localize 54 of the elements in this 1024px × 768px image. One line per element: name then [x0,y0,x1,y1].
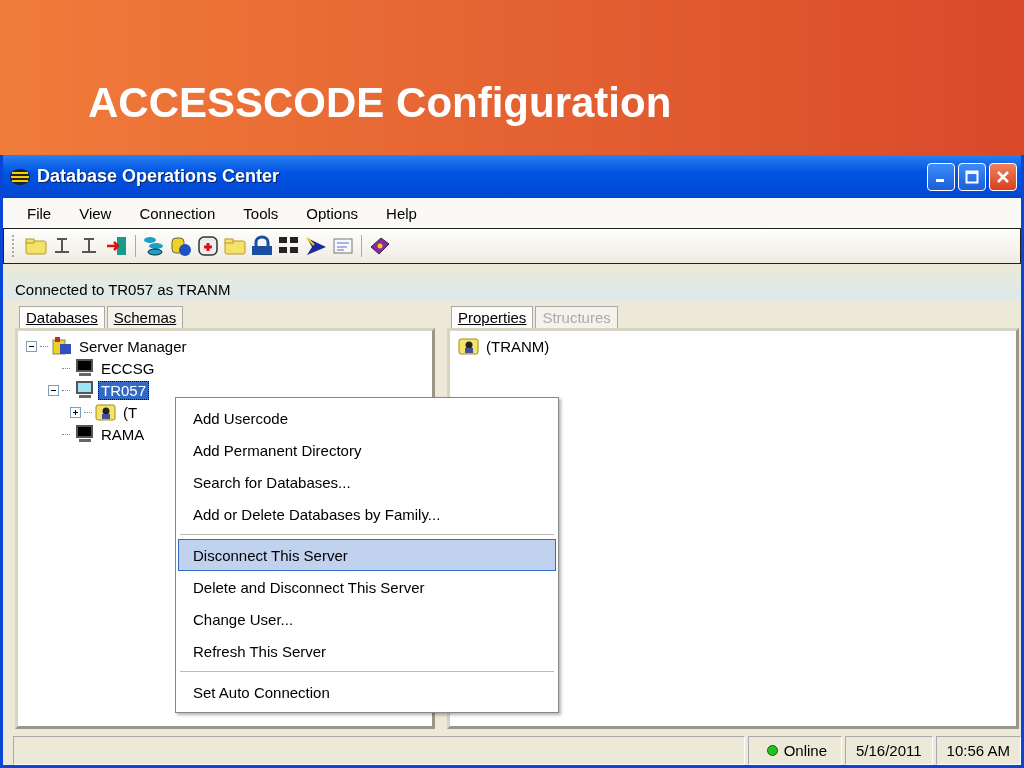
menu-item[interactable]: Connection [139,204,216,222]
minimize-icon [935,179,944,182]
context-menu-item[interactable]: Search for Databases... [178,466,556,498]
close-icon [996,169,1010,184]
context-menu-item[interactable]: Add or Delete Databases by Family... [178,498,556,530]
status-dot-icon [766,745,778,756]
menu-item[interactable]: Tools [243,204,279,222]
context-menu-item[interactable]: Change User... [178,603,556,635]
menu-item[interactable]: View [79,204,112,222]
time-text: 10:56 AM [935,736,1021,765]
window-title: Database Operations Center [37,166,281,187]
context-menu-item[interactable]: Refresh This Server [178,635,556,667]
context-menu-item[interactable]: Disconnect This Server [178,539,556,571]
expander-icon[interactable] [26,340,37,352]
tree-item[interactable]: ECCSG [98,358,158,378]
database-cross-icon[interactable] [196,235,220,257]
arrow-icon[interactable] [304,235,328,257]
door-icon[interactable] [105,235,129,257]
tab[interactable]: Schemas [106,306,184,328]
computer-icon [73,424,95,444]
database-icon [9,167,31,186]
computer-icon [73,380,95,400]
context-menu-item[interactable]: Add Usercode [178,402,556,434]
user-folder-icon [458,336,480,356]
computer-icon [73,358,95,378]
expander-icon[interactable] [48,384,59,396]
date-text: 5/16/2011 [845,736,933,765]
lock-icon[interactable] [250,235,274,257]
maximize-icon [965,169,979,184]
online-status: Online [783,742,827,759]
menu-item[interactable]: File [27,204,52,222]
tree-item[interactable]: (T [120,402,141,422]
tab[interactable]: Databases [19,306,105,328]
tree-item[interactable]: RAMA [98,424,148,444]
tree-item[interactable]: TR057 [98,380,150,400]
context-menu-item[interactable]: Set Auto Connection [178,676,556,708]
menu-item[interactable]: Help [386,204,417,222]
expander-icon[interactable] [70,406,81,418]
maximize-button[interactable] [958,162,986,191]
close-button[interactable] [989,162,1017,191]
context-menu-item[interactable]: Delete and Disconnect This Server [178,571,556,603]
server-icon [51,336,73,356]
database-icon[interactable] [169,235,193,257]
tab[interactable]: Properties [451,306,534,328]
database-stack-icon[interactable] [142,235,166,257]
context-menu-item[interactable]: Add Permanent Directory [178,434,556,466]
user-folder-icon [95,402,117,422]
slide-title: ACCESSCODE Configuration [88,79,672,127]
tree-item[interactable]: Server Manager [76,336,190,356]
property-item[interactable]: (TRANM) [483,336,553,356]
connection-status: Connected to TR057 as TRANM [15,281,231,298]
book-icon[interactable] [368,235,392,257]
menu-item[interactable]: Options [306,204,359,222]
minimize-button[interactable] [927,162,955,191]
